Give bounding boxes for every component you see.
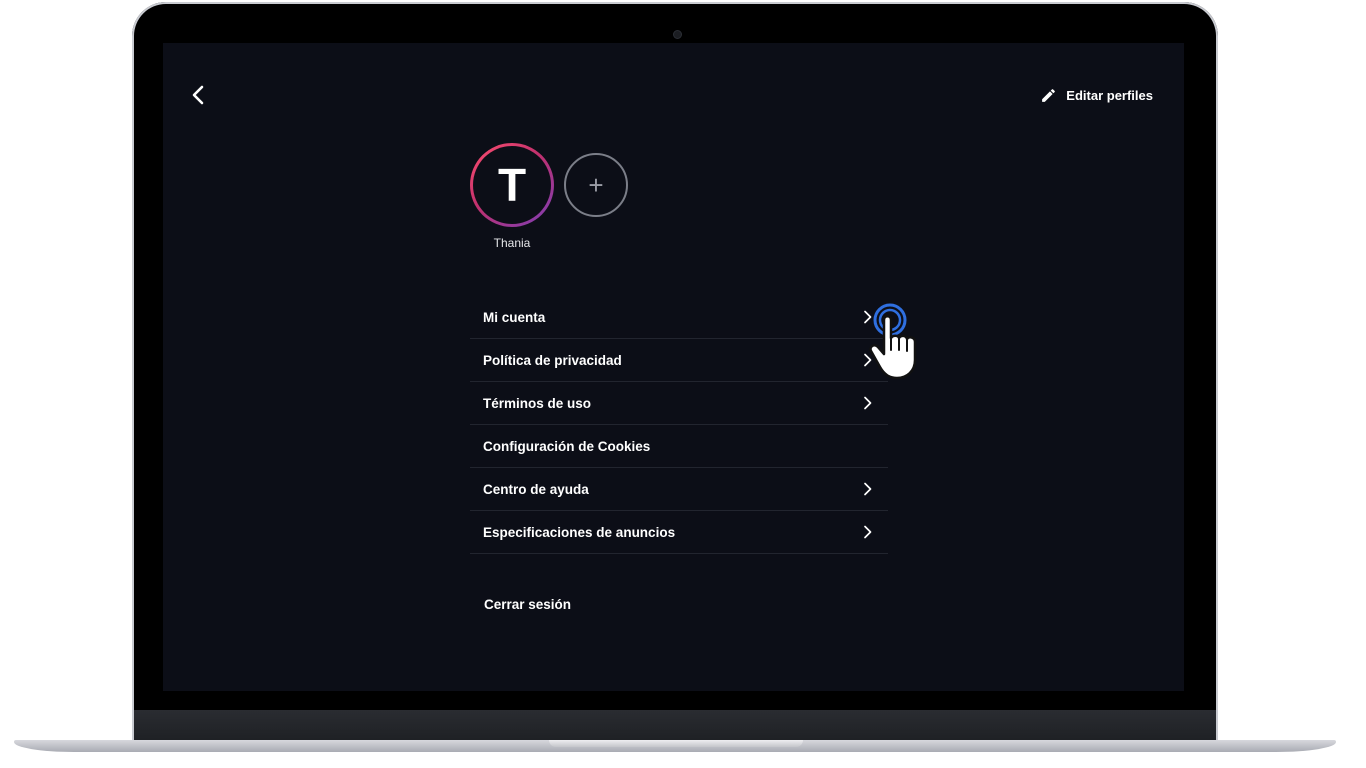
menu-item-centro-ayuda[interactable]: Centro de ayuda [470, 468, 888, 511]
chevron-right-icon [864, 482, 872, 496]
menu-item-label: Mi cuenta [483, 309, 546, 325]
menu-item-label: Especificaciones de anuncios [483, 524, 676, 540]
back-button[interactable] [185, 81, 213, 109]
profile-avatar-thania[interactable]: T Thania [470, 143, 554, 250]
menu-item-label: Configuración de Cookies [483, 438, 651, 454]
logout-button[interactable]: Cerrar sesión [484, 597, 571, 612]
menu-item-label: Términos de uso [483, 395, 592, 411]
avatar: T [473, 146, 551, 224]
settings-menu: Mi cuenta Política de privacidad Término… [470, 296, 888, 554]
profile-name: Thania [493, 236, 531, 250]
menu-item-label: Política de privacidad [483, 352, 622, 368]
add-profile-button[interactable]: + [564, 153, 628, 217]
chevron-left-icon [192, 85, 204, 105]
menu-item-mi-cuenta[interactable]: Mi cuenta [470, 296, 888, 339]
profile-selector: T Thania + [470, 143, 670, 263]
chevron-right-icon [864, 525, 872, 539]
plus-icon: + [588, 169, 604, 200]
avatar-initial: T [497, 159, 527, 211]
edit-profiles-button[interactable]: Editar perfiles [1040, 85, 1153, 105]
app-screen: Editar perfiles T Thania + Mi cuenta Pol… [163, 43, 1184, 691]
menu-item-terminos-uso[interactable]: Términos de uso [470, 382, 888, 425]
menu-item-label: Centro de ayuda [483, 481, 589, 497]
pencil-icon [1042, 88, 1056, 102]
avatar-ring: T [470, 143, 554, 227]
laptop-bezel-bottom [134, 710, 1216, 742]
chevron-right-icon [864, 310, 872, 324]
edit-profiles-label: Editar perfiles [1066, 87, 1153, 103]
menu-item-configuracion-cookies[interactable]: Configuración de Cookies [470, 425, 888, 468]
laptop-notch [549, 740, 803, 747]
camera-icon [673, 30, 682, 39]
menu-item-especificaciones-anuncios[interactable]: Especificaciones de anuncios [470, 511, 888, 554]
menu-item-politica-privacidad[interactable]: Política de privacidad [470, 339, 888, 382]
chevron-right-icon [864, 396, 872, 410]
chevron-right-icon [864, 353, 872, 367]
